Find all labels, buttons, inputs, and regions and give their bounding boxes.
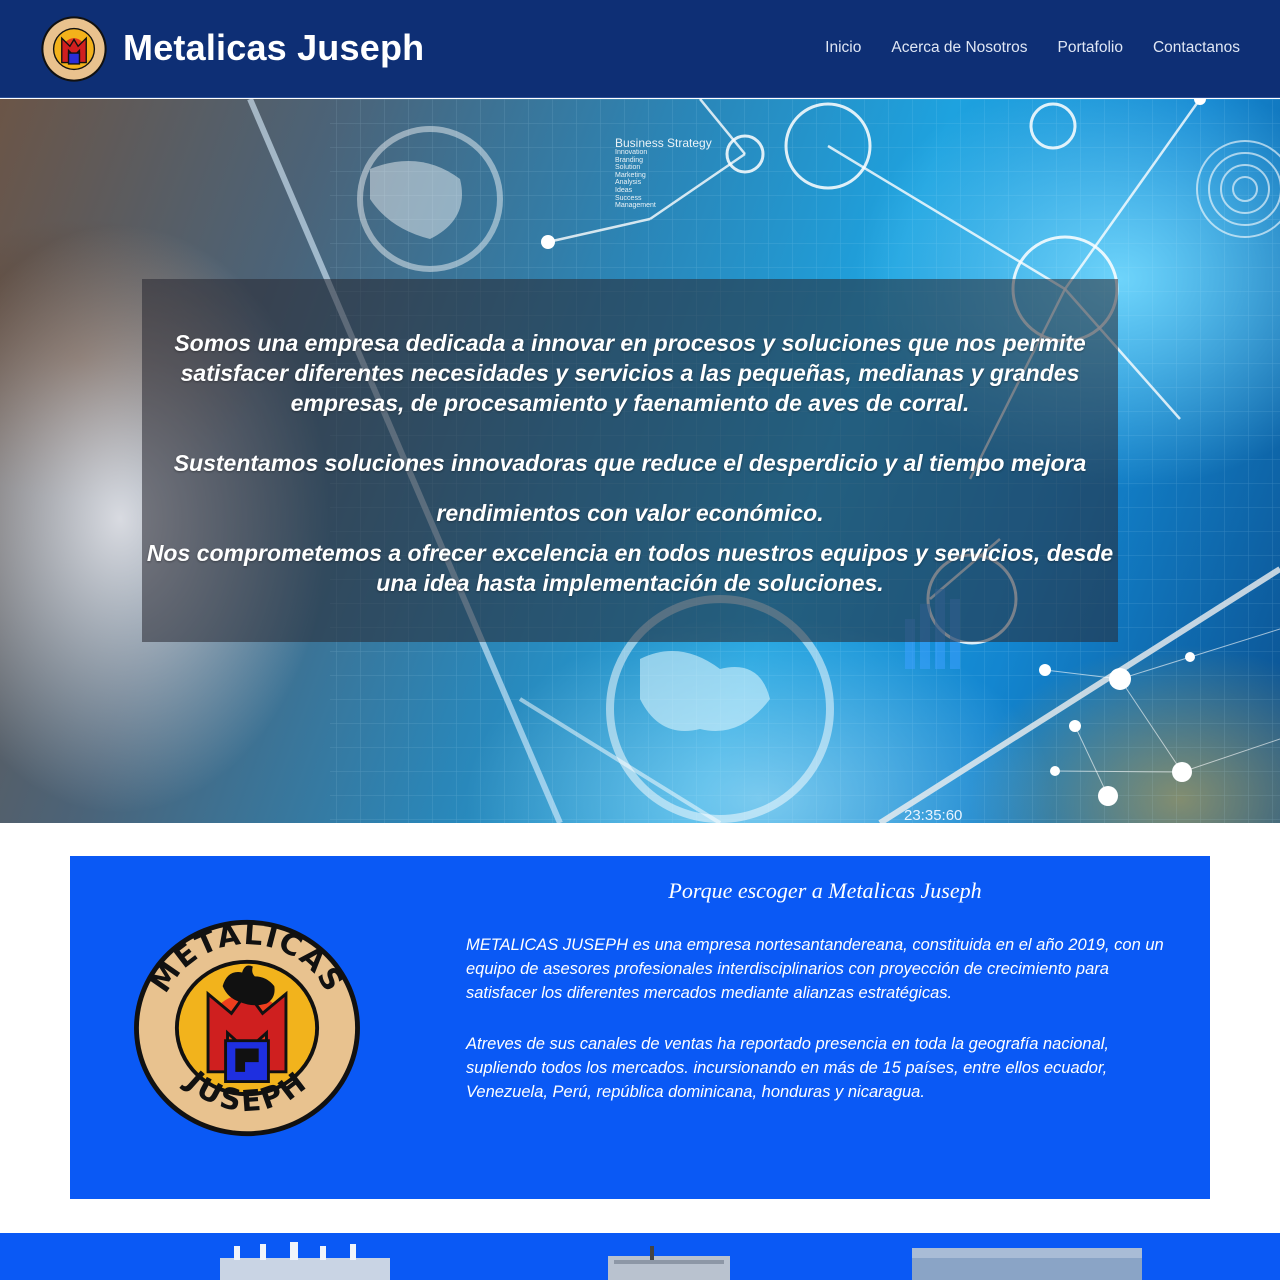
hero-image-list-item: Solution	[615, 164, 641, 172]
portfolio-image-2[interactable]	[600, 1240, 730, 1280]
main-nav: Inicio Acerca de Nosotros Portafolio Con…	[825, 36, 1240, 60]
portfolio-image-3[interactable]	[912, 1240, 1142, 1280]
hero-image-list-item: Management	[615, 202, 656, 210]
company-logo-icon: METALICAS JUSEPH	[134, 917, 360, 1137]
nav-link-contactanos[interactable]: Contactanos	[1153, 36, 1240, 60]
hero-image-clock: 23:35:60	[904, 807, 963, 823]
hero-text: Somos una empresa dedicada a innovar en …	[130, 328, 1130, 618]
brand-logo-icon[interactable]	[40, 15, 108, 83]
site-header: Metalicas Juseph Inicio Acerca de Nosotr…	[0, 0, 1280, 98]
hero-banner: Business Strategy Innovation Branding So…	[0, 99, 1280, 823]
portfolio-strip	[0, 1233, 1280, 1280]
why-paragraph-2: Atreves de sus canales de ventas ha repo…	[466, 1035, 1110, 1101]
hero-image-list-item: Ideas	[615, 186, 633, 194]
hero-image-list-item: Innovation	[615, 149, 648, 156]
why-title: Porque escoger a Metalicas Juseph	[668, 878, 982, 903]
why-choose-section: METALICAS JUSEPH Porque escoger a Metali…	[70, 856, 1210, 1199]
hero-paragraph-1: Somos una empresa dedicada a innovar en …	[174, 330, 1086, 416]
brand-title[interactable]: Metalicas Juseph	[123, 26, 424, 70]
hero-image-list-item: Success	[615, 194, 642, 202]
why-paragraph-1: METALICAS JUSEPH es una empresa nortesan…	[466, 936, 1164, 1002]
portfolio-image-1[interactable]	[220, 1240, 390, 1280]
hero-paragraph-3: Nos comprometemos a ofrecer excelencia e…	[146, 540, 1114, 596]
nav-link-inicio[interactable]: Inicio	[825, 36, 861, 60]
hero-image-list: Innovation Branding Solution Marketing A…	[615, 149, 656, 210]
hero-image-list-item: Branding	[615, 156, 644, 164]
nav-link-acerca[interactable]: Acerca de Nosotros	[891, 36, 1027, 60]
nav-link-portafolio[interactable]: Portafolio	[1057, 36, 1122, 60]
hero-image-list-item: Marketing	[615, 171, 646, 179]
hero-image-list-item: Analysis	[615, 179, 642, 187]
hero-paragraph-2: Sustentamos soluciones innovadoras que r…	[173, 450, 1087, 526]
